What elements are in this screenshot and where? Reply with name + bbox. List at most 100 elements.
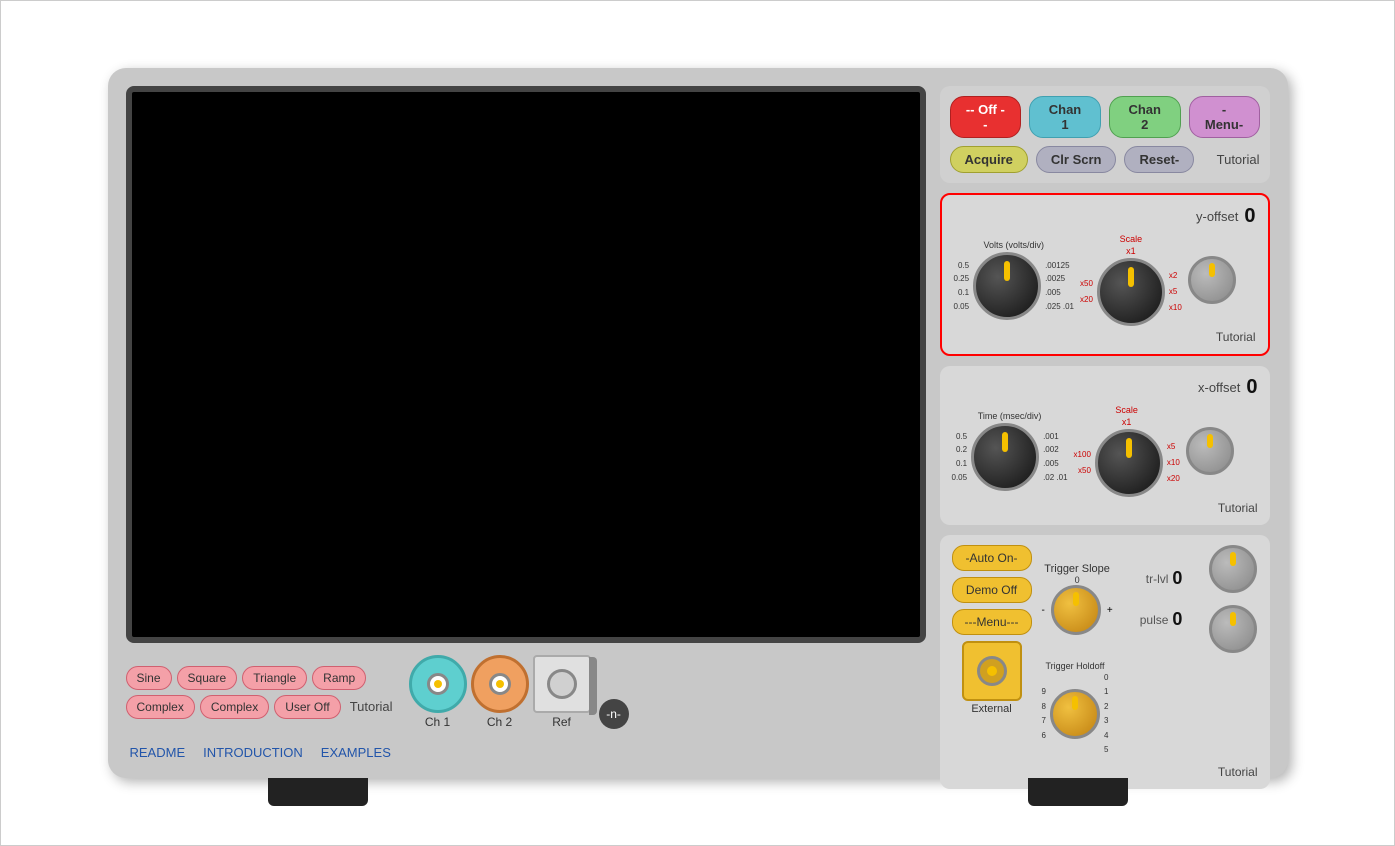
volts-tutorial: Tutorial [954, 330, 1256, 344]
sine-button[interactable]: Sine [126, 666, 172, 690]
time-scale-knob-wrapper [1095, 429, 1163, 497]
x-offset-label: x-offset [1198, 380, 1240, 395]
user-off-button[interactable]: User Off [274, 695, 340, 719]
btn-row-1: -- Off -- Chan 1 Chan 2 -Menu- [950, 96, 1260, 138]
time-section: x-offset 0 Time (msec/div) 0.5 0.2 0.1 0… [940, 366, 1270, 525]
top-buttons-section: -- Off -- Chan 1 Chan 2 -Menu- Acquire C… [940, 86, 1270, 183]
auto-on-button[interactable]: -Auto On- [952, 545, 1032, 571]
trigger-menu-button[interactable]: ---Menu--- [952, 609, 1032, 635]
scale-left-labels: x50 x20 [1080, 276, 1093, 308]
trigger-right-controls: Trigger Slope 0 - + [1042, 545, 1258, 779]
scale-label: Scale [1120, 234, 1143, 244]
ref-connector[interactable] [533, 655, 591, 713]
examples-link[interactable]: EXAMPLES [321, 745, 391, 760]
ref-box: Ref [533, 655, 591, 729]
pulse-knob-indicator [1230, 612, 1236, 626]
ch2-inner [489, 673, 511, 695]
ch2-dot [496, 680, 504, 688]
holdoff-row: 9 8 7 6 0 [1042, 671, 1109, 757]
off-button[interactable]: -- Off -- [950, 96, 1022, 138]
slope-minus: - [1042, 605, 1045, 616]
square-button[interactable]: Square [177, 666, 238, 690]
time-scale-x1: x1 [1122, 417, 1132, 427]
x-offset-knob[interactable] [1186, 427, 1234, 475]
complex1-button[interactable]: Complex [126, 695, 195, 719]
y-offset-label: y-offset [1196, 209, 1238, 224]
ch2-label: Ch 2 [487, 715, 512, 729]
holdoff-left-labels: 9 8 7 6 [1042, 685, 1046, 743]
readme-link[interactable]: README [130, 745, 186, 760]
trig-small-knobs [1209, 545, 1257, 653]
scale-x1-label: x1 [1126, 246, 1136, 256]
holdoff-knob[interactable] [1050, 689, 1100, 739]
time-knob-indicator [1002, 432, 1008, 452]
top-tutorial-label: Tutorial [1217, 152, 1260, 167]
menu-button[interactable]: -Menu- [1189, 96, 1260, 138]
volts-knob-indicator [1004, 261, 1010, 281]
slope-knob[interactable] [1051, 585, 1101, 635]
ext-inner [977, 656, 1007, 686]
outer-frame: Sine Square Triangle Ramp Complex Comple… [0, 0, 1395, 846]
time-left-labels: 0.5 0.2 0.1 0.05 [952, 430, 968, 484]
left-panel: Sine Square Triangle Ramp Complex Comple… [126, 86, 926, 760]
time-knobs-container: Time (msec/div) 0.5 0.2 0.1 0.05 [952, 405, 1258, 497]
oscilloscope-body: Sine Square Triangle Ramp Complex Comple… [108, 68, 1288, 778]
acquire-button[interactable]: Acquire [950, 146, 1028, 173]
scale-knob[interactable] [1097, 258, 1165, 326]
demo-off-button[interactable]: Demo Off [952, 577, 1032, 603]
triangle-button[interactable]: Triangle [242, 666, 307, 690]
ch1-dot [434, 680, 442, 688]
x-offset-value: 0 [1246, 376, 1257, 399]
external-button[interactable] [962, 641, 1022, 701]
wave-row-2: Complex Complex User Off Tutorial [126, 695, 393, 719]
ch2-connector[interactable] [471, 655, 529, 713]
bottom-tutorial-label: Tutorial [350, 699, 393, 714]
n-button[interactable]: -n- [599, 699, 629, 729]
pulse-label: pulse [1140, 613, 1169, 627]
volts-knob-wrapper [973, 252, 1041, 320]
holdoff-section: Trigger Holdoff 9 8 7 6 [1042, 661, 1258, 757]
holdoff-right-labels: 0 1 2 3 4 5 [1104, 671, 1108, 757]
ref-inner [547, 669, 577, 699]
trlvl-knob-indicator [1230, 552, 1236, 566]
trlvl-value: 0 [1172, 568, 1182, 589]
foot-right [1028, 778, 1128, 806]
holdoff-knob-group: Trigger Holdoff 9 8 7 6 [1042, 661, 1109, 757]
oscilloscope-feet [108, 778, 1288, 806]
x-offset-knob-group [1186, 427, 1234, 475]
slope-knob-row: - + [1042, 585, 1113, 635]
time-knob[interactable] [971, 423, 1039, 491]
time-right-labels: .001 .002 .005 .02 .01 [1043, 430, 1067, 484]
slope-title: Trigger Slope [1044, 563, 1110, 575]
ramp-button[interactable]: Ramp [312, 666, 366, 690]
n-box: -n- [595, 699, 629, 729]
volts-right-labels: .00125 .0025 .005 .025 .01 [1045, 259, 1074, 313]
time-scale-label: Scale [1115, 405, 1138, 415]
trlvl-label: tr-lvl [1146, 572, 1169, 586]
time-scale-knob[interactable] [1095, 429, 1163, 497]
y-offset-knob-group [1188, 256, 1236, 304]
chan2-button[interactable]: Chan 2 [1109, 96, 1181, 138]
right-panel: -- Off -- Chan 1 Chan 2 -Menu- Acquire C… [940, 86, 1270, 760]
pulse-knob[interactable] [1209, 605, 1257, 653]
slope-knob-indicator [1073, 592, 1079, 606]
time-scale-right: x5 x10 x20 [1167, 439, 1180, 487]
time-tutorial: Tutorial [952, 501, 1258, 515]
holdoff-knob-indicator [1072, 696, 1078, 710]
external-label: External [971, 703, 1011, 715]
volts-div-label: Volts (volts/div) [983, 240, 1044, 250]
oscilloscope-screen [126, 86, 926, 643]
trigger-left-controls: -Auto On- Demo Off ---Menu--- External [952, 545, 1032, 715]
volts-knob[interactable] [973, 252, 1041, 320]
y-offset-knob[interactable] [1188, 256, 1236, 304]
clrscr-button[interactable]: Clr Scrn [1036, 146, 1117, 173]
trlvl-knob[interactable] [1209, 545, 1257, 593]
ch1-connector[interactable] [409, 655, 467, 713]
external-group: External [952, 641, 1032, 715]
chan1-button[interactable]: Chan 1 [1029, 96, 1101, 138]
reset-button[interactable]: Reset- [1124, 146, 1194, 173]
trlvl-offset: tr-lvl 0 pulse 0 [1140, 568, 1183, 630]
waveform-buttons: Sine Square Triangle Ramp Complex Comple… [126, 666, 393, 719]
introduction-link[interactable]: INTRODUCTION [203, 745, 303, 760]
complex2-button[interactable]: Complex [200, 695, 269, 719]
